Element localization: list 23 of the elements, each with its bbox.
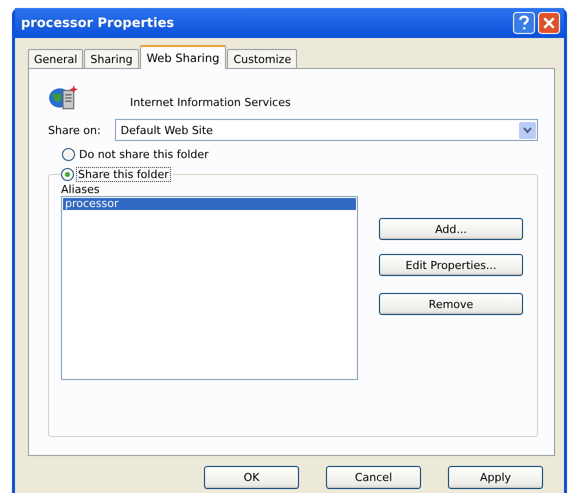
tab[interactable]: General bbox=[28, 49, 84, 68]
dialog-button[interactable]: Apply bbox=[448, 466, 543, 489]
dialog-button[interactable]: OK bbox=[204, 466, 299, 489]
aliases-list[interactable]: processor bbox=[61, 196, 358, 380]
close-icon[interactable] bbox=[538, 12, 560, 34]
dialog-button[interactable]: Cancel bbox=[326, 466, 421, 489]
window-title: processor Properties bbox=[21, 16, 174, 30]
service-name: Internet Information Services bbox=[130, 96, 291, 111]
radio-label[interactable]: Do not share this folder bbox=[78, 148, 210, 160]
radio-button[interactable] bbox=[62, 148, 75, 160]
tab[interactable]: Sharing bbox=[84, 49, 139, 68]
share-on-label: Share on: bbox=[48, 124, 101, 136]
globe-server-icon bbox=[48, 85, 78, 111]
tab[interactable]: Customize bbox=[227, 49, 298, 68]
alias-button[interactable]: Remove bbox=[379, 293, 523, 315]
help-icon[interactable] bbox=[513, 12, 535, 34]
alias-button[interactable]: Edit Properties... bbox=[379, 254, 523, 276]
list-item[interactable]: processor bbox=[63, 198, 356, 210]
aliases-label: Aliases bbox=[61, 183, 101, 196]
share-on-dropdown[interactable]: Default Web Site bbox=[114, 119, 538, 141]
radio-button[interactable] bbox=[61, 168, 74, 180]
tab[interactable]: Web Sharing bbox=[140, 45, 226, 69]
alias-button[interactable]: Add... bbox=[379, 218, 523, 240]
